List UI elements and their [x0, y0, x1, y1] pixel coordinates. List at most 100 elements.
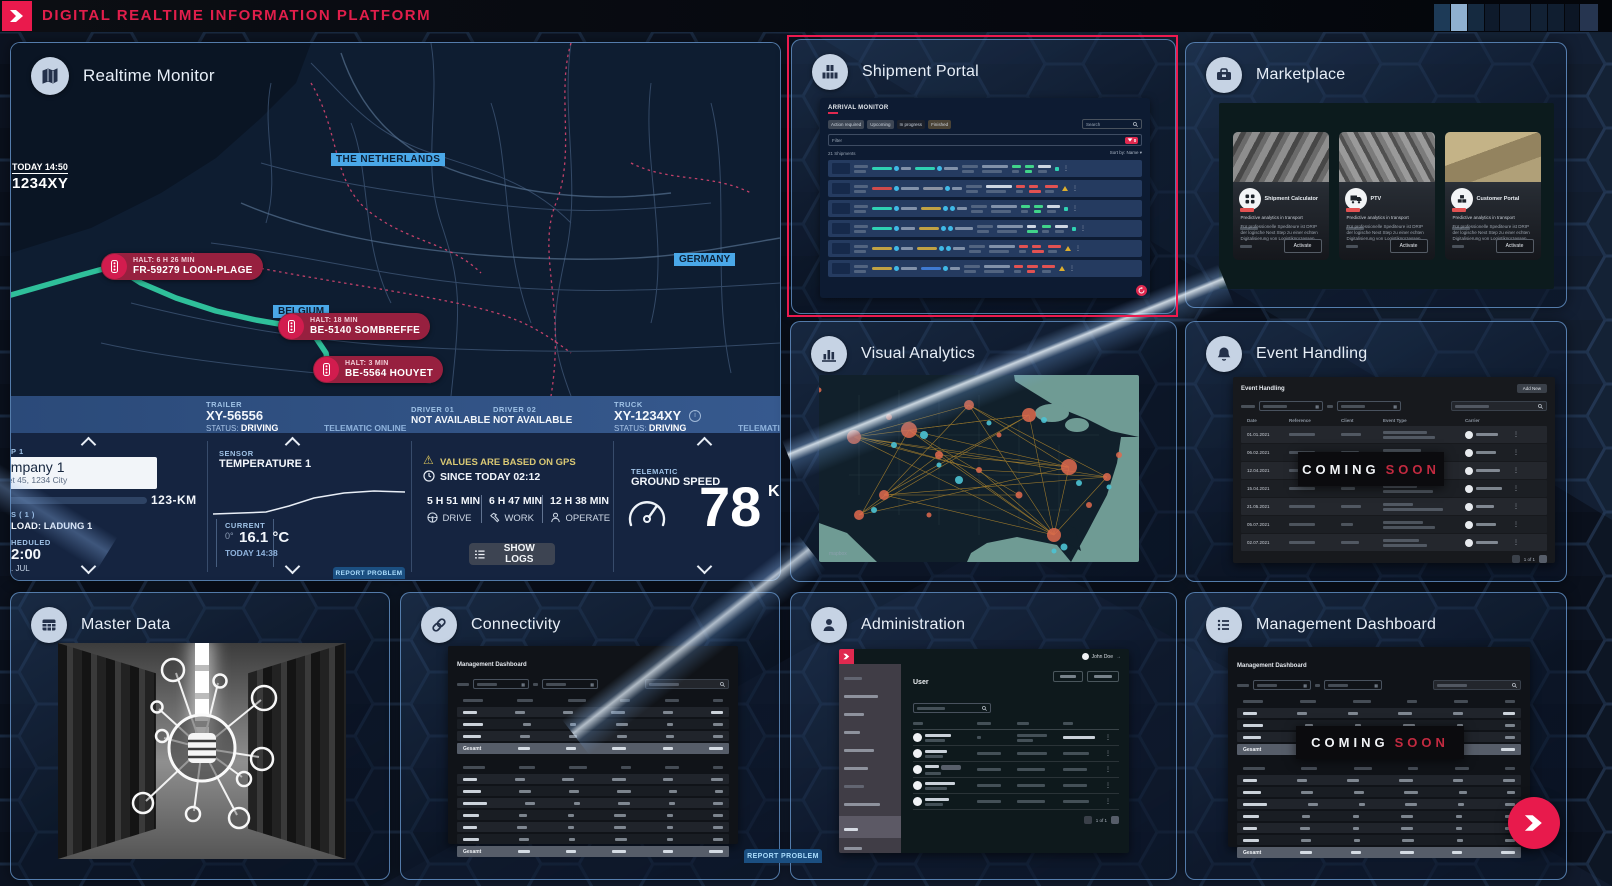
- collapse-stop-panel-chevron[interactable]: [81, 437, 97, 453]
- shipment-search-input[interactable]: Search: [1082, 119, 1142, 129]
- table-row[interactable]: [1237, 835, 1521, 845]
- sort-dropdown[interactable]: Sort by: Name ▾: [1110, 150, 1142, 156]
- activate-button[interactable]: Activate: [1284, 239, 1322, 253]
- table-row[interactable]: [457, 798, 729, 808]
- collapse-sensor-panel-chevron[interactable]: [285, 437, 301, 453]
- sidebar-item-active[interactable]: [839, 816, 901, 838]
- date-to-input[interactable]: ▦: [1337, 401, 1401, 411]
- route-stop-badge[interactable]: HALT: 6 H 26 MINFR-59279 LOON-PLAGE: [101, 253, 263, 280]
- prev-page-button[interactable]: [1512, 555, 1520, 563]
- table-row[interactable]: [1237, 787, 1521, 797]
- tab-upcoming[interactable]: Upcoming: [867, 120, 893, 129]
- report-problem-button[interactable]: REPORT PROBLEM: [744, 849, 822, 863]
- event-row[interactable]: 02.07.2021⋮: [1241, 534, 1547, 551]
- shipment-filter-bar[interactable]: Filter 0: [828, 134, 1142, 146]
- table-row[interactable]: [1237, 799, 1521, 809]
- table-row[interactable]: [457, 822, 729, 832]
- admin-action-button[interactable]: [1087, 671, 1119, 682]
- card-event-handling[interactable]: Event Handling Event Handling Add New ▦ …: [1185, 321, 1567, 582]
- table-row[interactable]: [1237, 811, 1521, 821]
- filter-count-badge[interactable]: 0: [1125, 137, 1138, 144]
- expand-speed-panel-chevron[interactable]: [697, 559, 713, 575]
- event-row[interactable]: 01.01.2021⋮: [1241, 426, 1547, 443]
- card-master-data[interactable]: Master Data: [10, 592, 390, 880]
- report-problem-button[interactable]: REPORT PROBLEM: [333, 567, 405, 579]
- shipment-row[interactable]: ⋮: [828, 180, 1142, 197]
- card-administration[interactable]: Administration John Doe → U: [790, 592, 1177, 880]
- product-card-customer-portal[interactable]: Customer Portal Predictive analytics in …: [1445, 132, 1541, 260]
- admin-user-row[interactable]: ⋮: [913, 730, 1119, 746]
- card-shipment-portal[interactable]: Shipment Portal ARRIVAL MONITOR Action r…: [791, 39, 1176, 314]
- date-from-input[interactable]: ▦: [1259, 401, 1323, 411]
- product-card-shipment-calculator[interactable]: Shipment Calculator Predictive analytics…: [1233, 132, 1329, 260]
- platform-logo-icon[interactable]: [2, 1, 32, 31]
- expand-stop-panel-chevron[interactable]: [81, 559, 97, 575]
- table-row[interactable]: [457, 834, 729, 844]
- table-row[interactable]: [457, 731, 729, 741]
- product-name: Customer Portal: [1477, 196, 1520, 202]
- shipment-row[interactable]: ⋮: [828, 240, 1142, 257]
- product-photo: [1445, 132, 1541, 182]
- admin-user-menu[interactable]: John Doe →: [1082, 653, 1121, 660]
- table-row[interactable]: [1237, 775, 1521, 785]
- card-connectivity[interactable]: Connectivity Management Dashboard ▦ ▦ Ge…: [400, 592, 780, 880]
- route-stop-badge[interactable]: HALT: 18 MINBE-5140 SOMBREFFE: [278, 313, 430, 340]
- tab-in-progress[interactable]: In progress: [897, 120, 926, 129]
- date-from-input[interactable]: ▦: [1253, 680, 1311, 690]
- shipment-row[interactable]: ⋮: [828, 260, 1142, 277]
- show-logs-button[interactable]: SHOW LOGS: [469, 543, 555, 565]
- card-title: Shipment Portal: [862, 63, 979, 81]
- product-name: PTV: [1371, 196, 1382, 202]
- date-to-input[interactable]: ▦: [542, 679, 598, 689]
- dashboard-search-input[interactable]: [1433, 680, 1521, 690]
- table-row[interactable]: [457, 719, 729, 729]
- tab-action-required[interactable]: Action required: [828, 120, 864, 129]
- product-card-ptv[interactable]: PTV Predictive analytics in transport Fü…: [1339, 132, 1435, 260]
- event-row[interactable]: 21.05.2021⋮: [1241, 498, 1547, 515]
- shipment-row[interactable]: ⋮: [828, 160, 1142, 177]
- dashboard-search-input[interactable]: [645, 679, 729, 689]
- table-row[interactable]: [1237, 823, 1521, 833]
- shipment-row[interactable]: ⋮: [828, 220, 1142, 237]
- event-row[interactable]: 05.07.2021⋮: [1241, 516, 1547, 533]
- admin-user-row[interactable]: ⋮: [913, 794, 1119, 810]
- add-new-button[interactable]: Add New: [1517, 384, 1547, 393]
- date-to-input[interactable]: ▦: [1324, 680, 1382, 690]
- table-row[interactable]: [457, 786, 729, 796]
- goods-label: S ( 1 ): [11, 510, 35, 519]
- activate-button[interactable]: Activate: [1496, 239, 1534, 253]
- table-row[interactable]: [457, 774, 729, 784]
- server-room-image: [58, 643, 346, 859]
- admin-user-row[interactable]: ⋮: [913, 762, 1119, 778]
- europe-route-map[interactable]: [11, 43, 780, 396]
- expand-sensor-panel-chevron[interactable]: [285, 559, 301, 575]
- table-row[interactable]: [457, 707, 729, 717]
- refresh-button[interactable]: [1136, 285, 1147, 296]
- stop-company-card[interactable]: ompany 1 eet 45, 1234 City: [10, 457, 157, 489]
- route-stop-badge[interactable]: HALT: 3 MINBE-5564 HOUYET: [313, 356, 443, 383]
- shipment-rows: ⋮ ⋮ ⋮ ⋮ ⋮ ⋮: [828, 160, 1142, 277]
- admin-user-row[interactable]: ⋮: [913, 778, 1119, 794]
- event-search-input[interactable]: [1451, 401, 1547, 411]
- prev-page-button[interactable]: [1084, 816, 1092, 824]
- card-visual-analytics[interactable]: Visual Analytics: [790, 321, 1177, 582]
- gps-warning-text: VALUES ARE BASED ON GPS: [440, 457, 576, 468]
- activate-button[interactable]: Activate: [1390, 239, 1428, 253]
- floating-action-button[interactable]: [1508, 797, 1560, 849]
- collapse-speed-panel-chevron[interactable]: [697, 437, 713, 453]
- us-network-map[interactable]: mapbox: [819, 375, 1139, 562]
- admin-user-row[interactable]: ⋮: [913, 746, 1119, 762]
- admin-search-input[interactable]: [913, 703, 991, 713]
- table-row[interactable]: [1237, 708, 1521, 718]
- table-row[interactable]: [457, 810, 729, 820]
- tab-finished[interactable]: Finished: [928, 120, 951, 129]
- card-marketplace[interactable]: Marketplace Shipment Calculator Predicti…: [1185, 42, 1567, 308]
- shipment-row[interactable]: ⋮: [828, 200, 1142, 217]
- date-from-input[interactable]: ▦: [473, 679, 529, 689]
- truck-info-icon[interactable]: i: [689, 410, 701, 422]
- card-management-dashboard[interactable]: Management Dashboard Management Dashboar…: [1185, 592, 1567, 880]
- admin-action-button[interactable]: [1053, 671, 1083, 682]
- card-realtime-monitor[interactable]: Realtime Monitor TODAY 14:50 1234XY THE …: [10, 42, 781, 581]
- next-page-button[interactable]: [1539, 555, 1547, 563]
- next-page-button[interactable]: [1111, 816, 1119, 824]
